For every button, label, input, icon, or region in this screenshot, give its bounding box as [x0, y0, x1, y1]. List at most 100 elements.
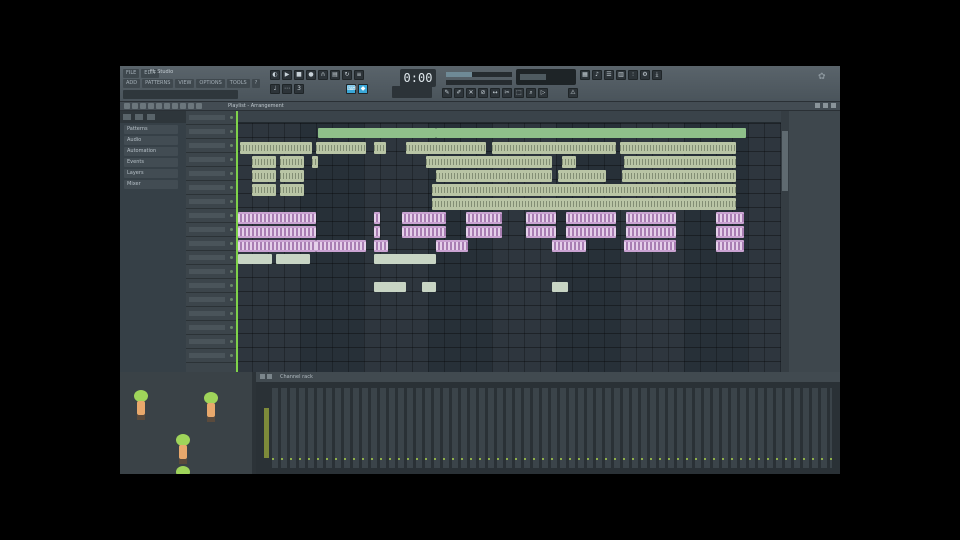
track-mute-led[interactable]: [230, 116, 233, 119]
track-mute-led[interactable]: [230, 242, 233, 245]
step-edit-icon[interactable]: ◆: [358, 84, 368, 94]
audio-clip[interactable]: [466, 226, 502, 238]
pattern-clip[interactable]: [280, 184, 304, 196]
mute-icon[interactable]: [164, 103, 170, 109]
picker-item[interactable]: Automation: [124, 147, 178, 156]
channel-selector[interactable]: [264, 408, 269, 458]
slice-icon[interactable]: [180, 103, 186, 109]
select-icon[interactable]: [188, 103, 194, 109]
menu-item-patterns[interactable]: PATTERNS: [142, 79, 174, 88]
audio-clip[interactable]: [436, 240, 468, 252]
picker-item[interactable]: Mixer: [124, 180, 178, 189]
automation-clip[interactable]: [552, 282, 568, 292]
slice-tool-icon[interactable]: ✂: [502, 88, 512, 98]
audio-clip[interactable]: [402, 226, 446, 238]
track-mute-led[interactable]: [230, 270, 233, 273]
pattern-selector[interactable]: [392, 86, 432, 98]
paint-tool-icon[interactable]: ✐: [454, 88, 464, 98]
slip-tool-icon[interactable]: ↔: [490, 88, 500, 98]
pattern-clip[interactable]: [280, 156, 304, 168]
track-header[interactable]: [186, 321, 236, 335]
pattern-clip[interactable]: [624, 156, 736, 168]
audio-clip[interactable]: [716, 212, 744, 224]
zoom-icon[interactable]: [196, 103, 202, 109]
countdown-icon[interactable]: 3: [294, 84, 304, 94]
audio-clip[interactable]: [716, 240, 744, 252]
typing-keyboard-icon[interactable]: ⌨: [346, 84, 356, 94]
audio-clip[interactable]: [238, 240, 316, 252]
slip-icon[interactable]: [172, 103, 178, 109]
track-mute-led[interactable]: [230, 354, 233, 357]
pattern-clip[interactable]: [406, 142, 486, 154]
track-header[interactable]: [186, 111, 236, 125]
browser-icon[interactable]: ☰: [604, 70, 614, 80]
snap-magnet-icon[interactable]: [132, 103, 138, 109]
audio-clip[interactable]: [238, 212, 316, 224]
wait-icon[interactable]: ⋯: [282, 84, 292, 94]
track-header[interactable]: [186, 139, 236, 153]
audio-clip[interactable]: [552, 240, 586, 252]
audio-clip[interactable]: [566, 212, 616, 224]
render-icon[interactable]: ⤓: [652, 70, 662, 80]
menu-item-view[interactable]: VIEW: [175, 79, 195, 88]
track-header[interactable]: [186, 223, 236, 237]
track-header[interactable]: [186, 167, 236, 181]
snap-icon[interactable]: ∩: [318, 70, 328, 80]
track-mute-led[interactable]: [230, 284, 233, 287]
pattern-clip[interactable]: [252, 184, 276, 196]
pattern-clip[interactable]: [252, 156, 276, 168]
track-header[interactable]: [186, 307, 236, 321]
track-mute-led[interactable]: [230, 326, 233, 329]
playback-tool-icon[interactable]: ▷: [538, 88, 548, 98]
automation-clip[interactable]: [318, 128, 436, 138]
pattern-clip[interactable]: [562, 156, 576, 168]
audio-clip[interactable]: [466, 212, 502, 224]
pattern-clip[interactable]: [374, 142, 386, 154]
menu-item-options[interactable]: OPTIONS: [196, 79, 225, 88]
minimize-icon[interactable]: [815, 103, 820, 108]
picker-audio-icon[interactable]: [135, 114, 143, 120]
pencil-icon[interactable]: [140, 103, 146, 109]
automation-clip[interactable]: [276, 254, 310, 264]
brush-icon[interactable]: [148, 103, 154, 109]
track-header[interactable]: [186, 251, 236, 265]
menu-item-add[interactable]: ADD: [123, 79, 141, 88]
pattern-clip[interactable]: [432, 198, 736, 210]
maximize-icon[interactable]: [823, 103, 828, 108]
pattern-clip[interactable]: [312, 156, 318, 168]
stop-icon[interactable]: ■: [294, 70, 304, 80]
channel-rack-icon[interactable]: ▥: [616, 70, 626, 80]
metronome-icon[interactable]: ♩: [270, 84, 280, 94]
track-mute-led[interactable]: [230, 186, 233, 189]
track-header[interactable]: [186, 209, 236, 223]
step-icon[interactable]: ▤: [330, 70, 340, 80]
track-mute-led[interactable]: [230, 158, 233, 161]
pattern-clip[interactable]: [316, 142, 366, 154]
audio-clip[interactable]: [526, 212, 556, 224]
track-mute-led[interactable]: [230, 144, 233, 147]
scroll-thumb[interactable]: [782, 131, 788, 191]
track-header[interactable]: [186, 335, 236, 349]
audio-clip[interactable]: [626, 226, 676, 238]
playhead-marker[interactable]: [236, 111, 238, 372]
timeline-ruler[interactable]: [236, 111, 781, 123]
audio-clip[interactable]: [402, 212, 446, 224]
track-header[interactable]: [186, 237, 236, 251]
pattern-song-toggle-icon[interactable]: ◐: [270, 70, 280, 80]
audio-clip[interactable]: [716, 226, 744, 238]
picker-auto-icon[interactable]: [147, 114, 155, 120]
track-header[interactable]: [186, 293, 236, 307]
picker-item[interactable]: Events: [124, 158, 178, 167]
track-mute-led[interactable]: [230, 228, 233, 231]
pattern-clip[interactable]: [252, 170, 276, 182]
audio-clip[interactable]: [374, 226, 380, 238]
audio-clip[interactable]: [626, 212, 676, 224]
audio-clip[interactable]: [238, 226, 316, 238]
playlist-grid[interactable]: [236, 111, 781, 372]
step-sequencer-grid[interactable]: [272, 388, 832, 468]
pattern-clip[interactable]: [240, 142, 312, 154]
select-tool-icon[interactable]: ⬚: [514, 88, 524, 98]
audio-clip[interactable]: [526, 226, 556, 238]
track-mute-led[interactable]: [230, 312, 233, 315]
track-header[interactable]: [186, 181, 236, 195]
